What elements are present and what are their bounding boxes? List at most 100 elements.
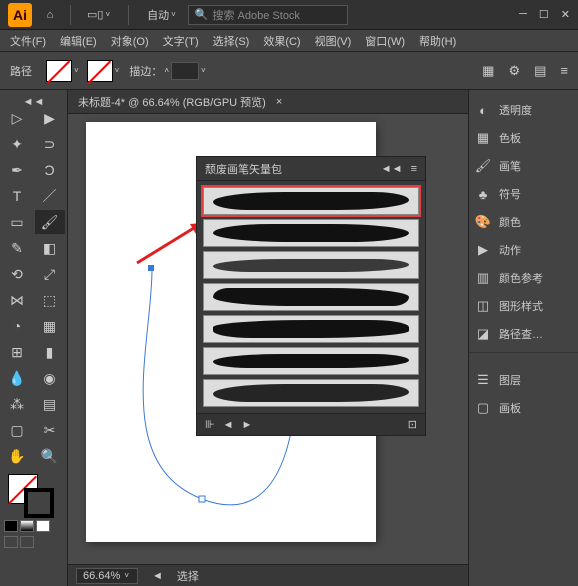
scale-tool[interactable]: ⤢ — [35, 262, 65, 286]
shape-builder-tool[interactable]: ◔ — [2, 314, 32, 338]
minimize-icon[interactable]: ─ — [519, 8, 527, 21]
slice-tool[interactable]: ✂ — [35, 418, 65, 442]
menu-type[interactable]: 文字(T) — [157, 31, 205, 51]
panel-artboards[interactable]: ▢画板 — [469, 394, 578, 422]
selection-tool[interactable]: ▷ — [2, 106, 32, 130]
panel-colorguide[interactable]: ▥颜色参考 — [469, 264, 578, 292]
maximize-icon[interactable]: ☐ — [539, 8, 549, 21]
chevron-down-icon[interactable]: ˅ — [115, 66, 120, 75]
panel-swatches[interactable]: ▦色板 — [469, 124, 578, 152]
brush-list[interactable] — [197, 181, 425, 413]
gradient-tool[interactable]: ▮ — [35, 340, 65, 364]
new-brush-icon[interactable]: ⊡ — [408, 418, 417, 431]
stroke-weight-input[interactable] — [171, 62, 199, 80]
blend-tool[interactable]: ◉ — [35, 366, 65, 390]
brush-item[interactable] — [203, 379, 419, 407]
mesh-tool[interactable]: ⊞ — [2, 340, 32, 364]
artboard-tool[interactable]: ▢ — [2, 418, 32, 442]
lasso-tool[interactable]: ⊃ — [35, 132, 65, 156]
type-tool[interactable]: T — [2, 184, 32, 208]
stroke-box[interactable] — [24, 488, 54, 518]
free-transform-tool[interactable]: ⬚ — [35, 288, 65, 312]
zoom-tool[interactable]: 🔍 — [35, 444, 65, 468]
align-icon[interactable]: ▤ — [534, 63, 546, 79]
swatches-icon: ▦ — [475, 130, 491, 146]
brush-item[interactable] — [203, 251, 419, 279]
curvature-tool[interactable]: Ɔ — [35, 158, 65, 182]
menu-edit[interactable]: 编辑(E) — [54, 31, 103, 51]
panel-graphicstyles[interactable]: ◫图形样式 — [469, 292, 578, 320]
graph-tool[interactable]: ▤ — [35, 392, 65, 416]
right-panel-dock: ◐透明度 ▦色板 🖌画笔 ♣符号 🎨颜色 ▶动作 ▥颜色参考 ◫图形样式 ◪路径… — [468, 90, 578, 586]
hand-tool[interactable]: ✋ — [2, 444, 32, 468]
perspective-tool[interactable]: ▦ — [35, 314, 65, 338]
brush-item[interactable] — [203, 283, 419, 311]
panel-menu-icon[interactable]: ≡ — [411, 163, 417, 175]
panel-symbols[interactable]: ♣符号 — [469, 180, 578, 208]
library-menu-icon[interactable]: ⊪ — [205, 418, 215, 431]
shaper-tool[interactable]: ✎ — [2, 236, 32, 260]
next-library-icon[interactable]: ► — [241, 419, 252, 431]
brush-item[interactable] — [203, 187, 419, 215]
menu-bar: 文件(F) 编辑(E) 对象(O) 文字(T) 选择(S) 效果(C) 视图(V… — [0, 30, 578, 52]
menu-help[interactable]: 帮助(H) — [413, 31, 462, 51]
close-icon[interactable]: ✕ — [561, 8, 570, 21]
prev-library-icon[interactable]: ◄ — [223, 419, 234, 431]
paintbrush-tool[interactable]: 🖌 — [35, 210, 65, 234]
width-tool[interactable]: ⋈ — [2, 288, 32, 312]
eyedropper-tool[interactable]: 💧 — [2, 366, 32, 390]
draw-mode-icon[interactable] — [4, 536, 18, 548]
layout-button[interactable]: ▭▯ ˅ — [81, 6, 118, 23]
overflow-icon[interactable]: ≡ — [560, 63, 568, 78]
line-tool[interactable]: ／ — [35, 184, 65, 208]
panel-handle[interactable]: ◄◄ — [0, 96, 67, 104]
pen-tool[interactable]: ✒ — [2, 158, 32, 182]
zoom-input[interactable]: 66.64% ˅ — [76, 568, 138, 584]
rotate-tool[interactable]: ⟲ — [2, 262, 32, 286]
collapse-panel-icon[interactable]: ◄◄ — [381, 163, 403, 175]
document-tab[interactable]: 未标题-4* @ 66.64% (RGB/GPU 预览) × — [68, 90, 468, 114]
rectangle-tool[interactable]: ▭ — [2, 210, 32, 234]
brush-item[interactable] — [203, 315, 419, 343]
stroke-dec-icon[interactable]: ˄ — [164, 66, 169, 75]
panel-color[interactable]: 🎨颜色 — [469, 208, 578, 236]
panel-brushes[interactable]: 🖌画笔 — [469, 152, 578, 180]
direct-selection-tool[interactable]: ▶ — [35, 106, 65, 130]
panel-layers[interactable]: ☰图层 — [469, 366, 578, 394]
menu-view[interactable]: 视图(V) — [309, 31, 358, 51]
nav-prev-icon[interactable]: ◄ — [152, 570, 163, 582]
color-mode-icon[interactable] — [4, 520, 18, 532]
fill-stroke-control[interactable] — [0, 470, 67, 518]
home-icon[interactable]: ⌂ — [40, 5, 60, 25]
prefs-icon[interactable]: ⚙ — [508, 63, 520, 79]
stroke-swatch[interactable] — [87, 60, 113, 82]
close-tab-icon[interactable]: × — [276, 96, 282, 108]
gradient-mode-icon[interactable] — [20, 520, 34, 532]
fill-swatch[interactable] — [46, 60, 72, 82]
screen-mode-icon[interactable] — [20, 536, 34, 548]
menu-object[interactable]: 对象(O) — [105, 31, 155, 51]
panel-pathfinder[interactable]: ◪路径查… — [469, 320, 578, 348]
workspace-dropdown[interactable]: 自动 ˅ — [147, 7, 178, 23]
status-select-label[interactable]: 选择 — [177, 568, 199, 584]
panel-transparency[interactable]: ◐透明度 — [469, 96, 578, 124]
panel-actions[interactable]: ▶动作 — [469, 236, 578, 264]
menu-select[interactable]: 选择(S) — [207, 31, 256, 51]
panel-label: 图层 — [499, 372, 521, 388]
brush-item[interactable] — [203, 347, 419, 375]
stroke-inc-icon[interactable]: ˅ — [201, 66, 206, 75]
chevron-down-icon[interactable]: ˅ — [74, 66, 79, 75]
doc-setup-icon[interactable]: ▦ — [482, 63, 494, 79]
search-input[interactable]: 🔍搜索 Adobe Stock — [188, 5, 348, 25]
magic-wand-tool[interactable]: ✦ — [2, 132, 32, 156]
menu-effect[interactable]: 效果(C) — [257, 31, 306, 51]
menu-window[interactable]: 窗口(W) — [359, 31, 411, 51]
none-mode-icon[interactable] — [36, 520, 50, 532]
zoom-value: 66.64% — [83, 570, 120, 582]
canvas[interactable]: 颓废画笔矢量包 ◄◄ ≡ ⊪ ◄ ► ⊡ — [68, 114, 468, 564]
symbol-sprayer-tool[interactable]: ⁂ — [2, 392, 32, 416]
brush-item[interactable] — [203, 219, 419, 247]
menu-file[interactable]: 文件(F) — [4, 31, 52, 51]
eraser-tool[interactable]: ◧ — [35, 236, 65, 260]
panel-header[interactable]: 颓废画笔矢量包 ◄◄ ≡ — [197, 157, 425, 181]
